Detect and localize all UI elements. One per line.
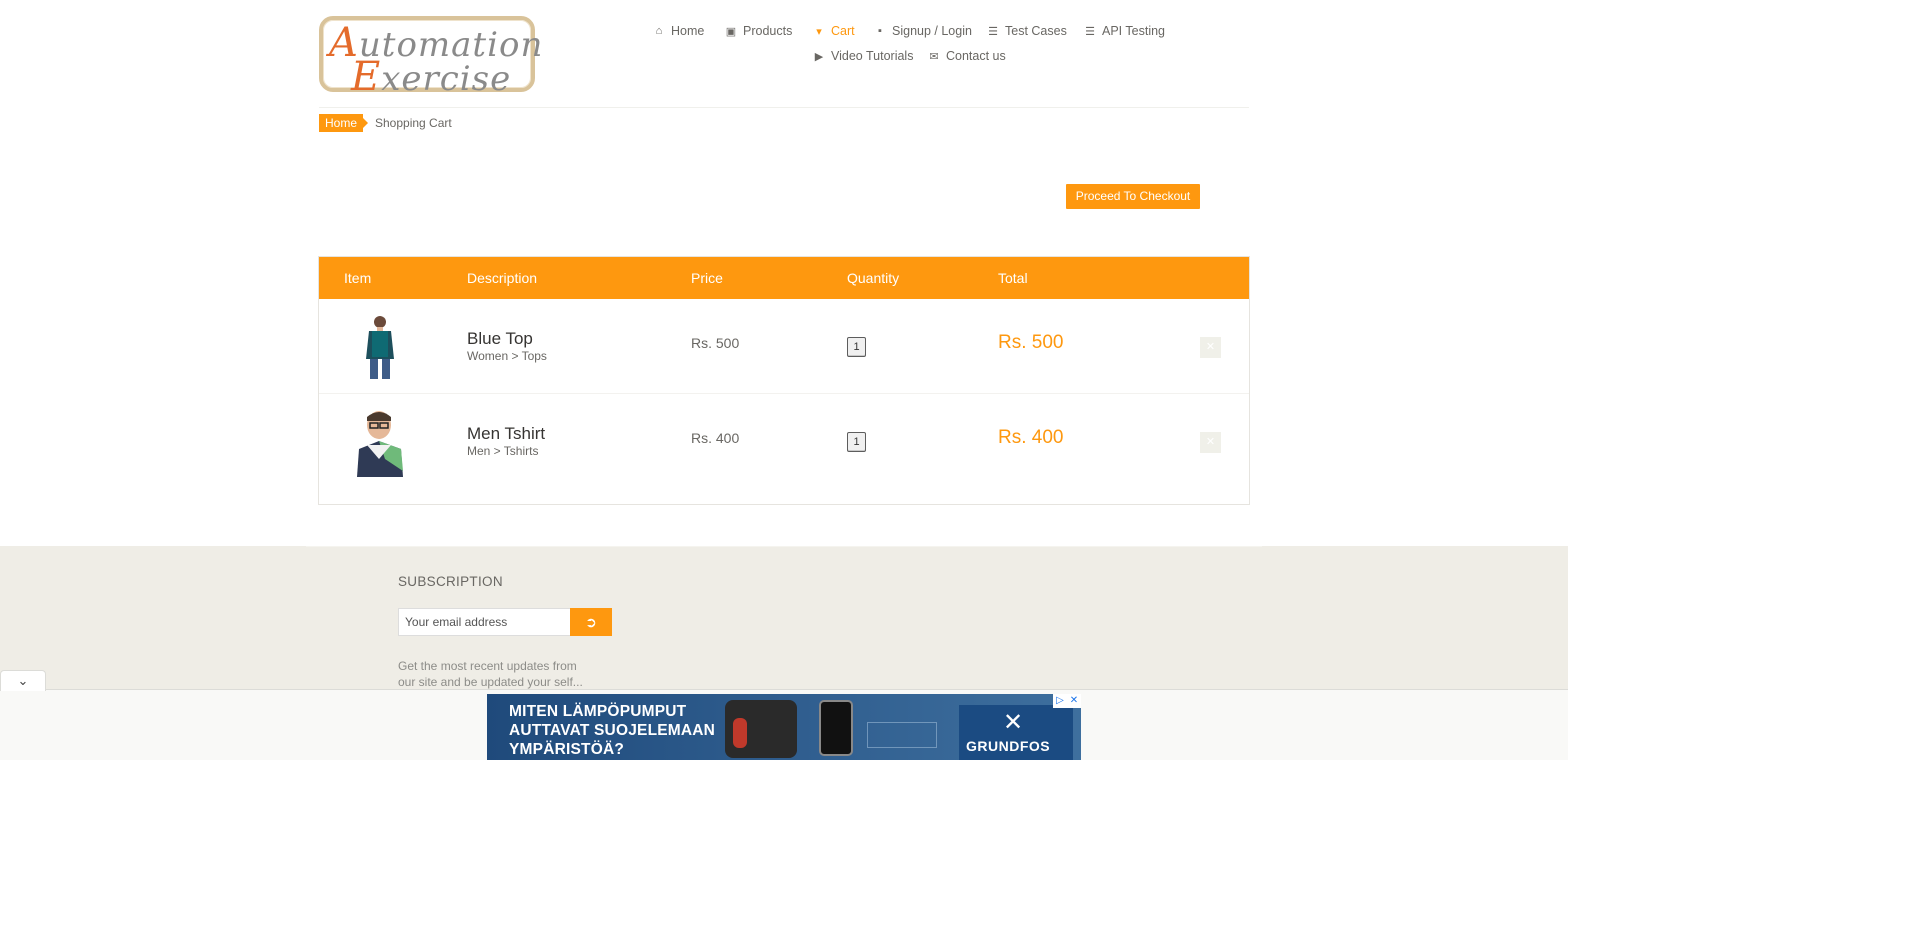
nav-products[interactable]: ▣ Products [725,24,793,38]
ad-headline: MITEN LÄMPÖPUMPUT AUTTAVAT SUOJELEMAAN Y… [509,703,716,758]
close-icon: ✕ [1205,341,1216,353]
youtube-play-icon: ▶ [814,50,824,63]
ad-phone-image [819,700,853,756]
briefcase-icon: ▣ [725,25,737,38]
subscription-description: Get the most recent updates from our sit… [398,659,583,689]
product-image-men-tshirt[interactable] [345,409,415,477]
nav-cart[interactable]: ▾ Cart [813,24,854,38]
arrow-circle-right-icon: ➲ [585,614,597,630]
cart-table: Item Description Price Quantity Total Bl… [318,256,1250,505]
delete-item-button[interactable]: ✕ [1200,432,1221,453]
product-total: Rs. 500 [998,332,1064,353]
header-description: Description [467,270,538,286]
delete-item-button[interactable]: ✕ [1200,337,1221,358]
logo-line-2: Exercise [351,54,512,100]
ad-pump-image [725,700,797,758]
grundfos-mark-icon: ✕ [1003,709,1024,736]
close-icon: ✕ [1205,436,1216,448]
ad-close-icon[interactable]: ✕ [1067,694,1081,708]
breadcrumb-home[interactable]: Home [319,114,369,132]
header-quantity: Quantity [847,270,900,286]
quantity-value: 1 [847,337,866,357]
proceed-to-checkout-button[interactable]: Proceed To Checkout [1066,184,1200,209]
product-image-blue-top[interactable] [345,313,415,381]
nav-home[interactable]: ⌂ Home [653,24,705,38]
envelope-icon: ✉ [929,50,939,63]
collapse-ad-button[interactable]: ⌄ [0,670,46,691]
lock-icon: ▪ [878,25,882,37]
subscription-email-input[interactable] [398,608,571,636]
ad-info-icon[interactable]: ▷ [1053,694,1067,708]
nav-signup-login[interactable]: ▪ Signup / Login [874,24,972,38]
cart-table-header: Item Description Price Quantity Total [319,257,1249,299]
advertisement-banner[interactable]: MITEN LÄMPÖPUMPUT AUTTAVAT SUOJELEMAAN Y… [487,694,1081,760]
product-name[interactable]: Men Tshirt [467,424,545,444]
row-divider [319,393,1249,394]
product-category: Men > Tshirts [467,444,539,458]
product-price: Rs. 400 [691,430,740,446]
product-name[interactable]: Blue Top [467,329,533,349]
site-logo[interactable]: Automation Exercise [319,16,542,100]
nav-contact-us[interactable]: ✉ Contact us [928,49,1005,63]
ad-brand-name: GRUNDFOS [966,738,1051,754]
nav-video-tutorials[interactable]: ▶ Video Tutorials [813,49,914,63]
header-total: Total [998,270,1028,286]
home-icon: ⌂ [655,25,663,37]
subscription-title: SUBSCRIPTION [398,574,503,589]
header-price: Price [691,270,723,286]
quantity-value: 1 [847,432,866,452]
product-price: Rs. 500 [691,335,740,351]
shopping-cart-icon: ▾ [816,25,822,38]
breadcrumb-current: Shopping Cart [375,116,452,130]
page: Automation Exercise ⌂ Home ▣ Products ▾ Car… [0,0,1568,760]
product-category: Women > Tops [467,349,547,363]
ad-brand-logo: ✕ GRUNDFOS [959,705,1073,760]
chevron-down-icon: ⌄ [17,673,29,688]
header-item: Item [344,270,372,286]
ad-house-illustration [867,722,937,748]
subscribe-button[interactable]: ➲ [570,608,612,636]
header-divider [319,107,1249,108]
product-total: Rs. 400 [998,427,1064,448]
nav-test-cases[interactable]: ☰ Test Cases [987,24,1067,38]
list-icon: ☰ [988,25,998,38]
nav-api-testing[interactable]: ☰ API Testing [1084,24,1165,38]
list-icon: ☰ [1085,25,1095,38]
footer-divider [306,546,1262,547]
